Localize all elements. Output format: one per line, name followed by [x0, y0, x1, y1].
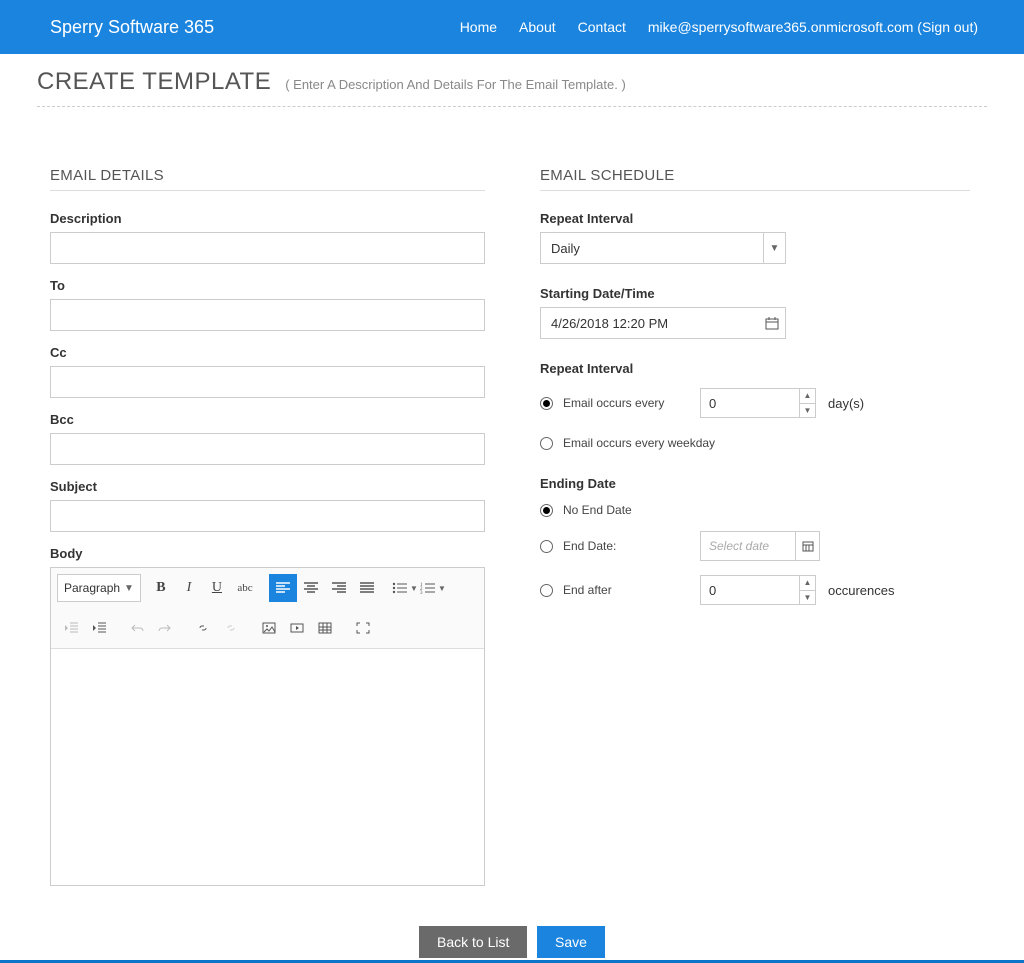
calendar-icon [795, 532, 819, 560]
bcc-input[interactable] [50, 433, 485, 465]
chevron-up-icon[interactable]: ▲ [800, 389, 815, 404]
chevron-down-icon: ▼ [124, 583, 134, 594]
page-header: CREATE TEMPLATE ( Enter A Description An… [37, 68, 987, 107]
subject-input[interactable] [50, 500, 485, 532]
cc-label: Cc [50, 345, 485, 360]
unlink-icon[interactable] [217, 614, 245, 642]
cc-input[interactable] [50, 366, 485, 398]
undo-icon[interactable] [123, 614, 151, 642]
chevron-down-icon[interactable]: ▼ [800, 591, 815, 605]
end-date-input[interactable]: Select date [700, 531, 820, 561]
ending-date-label: Ending Date [540, 476, 970, 491]
nav-about[interactable]: About [519, 19, 556, 35]
occurs-every-radio[interactable] [540, 397, 553, 410]
table-icon[interactable] [311, 614, 339, 642]
navbar: Sperry Software 365 Home About Contact m… [0, 0, 1024, 54]
nav-home[interactable]: Home [460, 19, 497, 35]
align-justify-icon[interactable] [353, 574, 381, 602]
image-icon[interactable] [255, 614, 283, 642]
occurs-every-label: Email occurs every [563, 396, 664, 410]
body-editor-area[interactable] [51, 649, 484, 885]
underline-icon[interactable]: U [203, 574, 231, 602]
bcc-label: Bcc [50, 412, 485, 427]
save-button[interactable]: Save [537, 926, 605, 958]
bold-icon[interactable]: B [147, 574, 175, 602]
to-label: To [50, 278, 485, 293]
media-icon[interactable] [283, 614, 311, 642]
back-to-list-button[interactable]: Back to List [419, 926, 527, 958]
description-input[interactable] [50, 232, 485, 264]
end-date-radio[interactable] [540, 540, 553, 553]
start-date-label: Starting Date/Time [540, 286, 970, 301]
calendar-icon [759, 308, 785, 338]
repeat-interval-value: Daily [551, 241, 580, 256]
end-after-value[interactable]: 0 ▲▼ [700, 575, 816, 605]
end-after-radio[interactable] [540, 584, 553, 597]
repeat-interval2-label: Repeat Interval [540, 361, 970, 376]
occurs-weekday-radio[interactable] [540, 437, 553, 450]
nav-links: Home About Contact mike@sperrysoftware36… [460, 19, 978, 35]
strikethrough-icon[interactable]: abc [231, 574, 259, 602]
outdent-icon[interactable] [57, 614, 85, 642]
content: EMAIL DETAILS Description To Cc Bcc Subj… [0, 107, 1024, 920]
email-details-title: EMAIL DETAILS [50, 167, 485, 191]
editor-toolbar: Paragraph ▼ B I U abc [51, 568, 484, 649]
redo-icon[interactable] [151, 614, 179, 642]
link-icon[interactable] [189, 614, 217, 642]
description-label: Description [50, 211, 485, 226]
email-schedule-column: EMAIL SCHEDULE Repeat Interval Daily ▼ S… [540, 167, 970, 900]
repeat-interval-label: Repeat Interval [540, 211, 970, 226]
end-after-label: End after [563, 583, 612, 597]
chevron-down-icon: ▼ [763, 233, 785, 263]
no-end-date-radio[interactable] [540, 504, 553, 517]
fullscreen-icon[interactable] [349, 614, 377, 642]
paragraph-select[interactable]: Paragraph ▼ [57, 574, 141, 602]
paragraph-select-label: Paragraph [64, 581, 120, 595]
to-input[interactable] [50, 299, 485, 331]
align-right-icon[interactable] [325, 574, 353, 602]
occurs-every-unit: day(s) [828, 396, 864, 411]
occurs-weekday-label: Email occurs every weekday [563, 436, 715, 450]
align-left-icon[interactable] [269, 574, 297, 602]
start-date-input[interactable]: 4/26/2018 12:20 PM [540, 307, 786, 339]
end-after-unit: occurences [828, 583, 894, 598]
page-subtitle: ( Enter A Description And Details For Th… [285, 77, 626, 92]
footer: Back to List Save [0, 920, 1024, 960]
start-date-value: 4/26/2018 12:20 PM [551, 316, 668, 331]
email-schedule-title: EMAIL SCHEDULE [540, 167, 970, 191]
body-label: Body [50, 546, 485, 561]
indent-icon[interactable] [85, 614, 113, 642]
subject-label: Subject [50, 479, 485, 494]
chevron-up-icon[interactable]: ▲ [800, 576, 815, 591]
body-editor: Paragraph ▼ B I U abc [50, 567, 485, 886]
email-details-column: EMAIL DETAILS Description To Cc Bcc Subj… [50, 167, 485, 900]
repeat-interval-select[interactable]: Daily ▼ [540, 232, 786, 264]
no-end-date-label: No End Date [563, 503, 632, 517]
nav-contact[interactable]: Contact [578, 19, 626, 35]
chevron-down-icon[interactable]: ▼ [800, 404, 815, 418]
unordered-list-icon[interactable]: ▼ [391, 574, 419, 602]
end-date-label: End Date: [563, 539, 616, 553]
brand: Sperry Software 365 [50, 17, 214, 38]
ordered-list-icon[interactable]: 123 ▼ [419, 574, 447, 602]
occurs-every-value[interactable]: 0 ▲▼ [700, 388, 816, 418]
end-date-placeholder: Select date [709, 539, 769, 553]
italic-icon[interactable]: I [175, 574, 203, 602]
svg-text:3: 3 [420, 591, 423, 594]
nav-user[interactable]: mike@sperrysoftware365.onmicrosoft.com (… [648, 19, 978, 35]
align-center-icon[interactable] [297, 574, 325, 602]
page-title: CREATE TEMPLATE [37, 68, 271, 96]
